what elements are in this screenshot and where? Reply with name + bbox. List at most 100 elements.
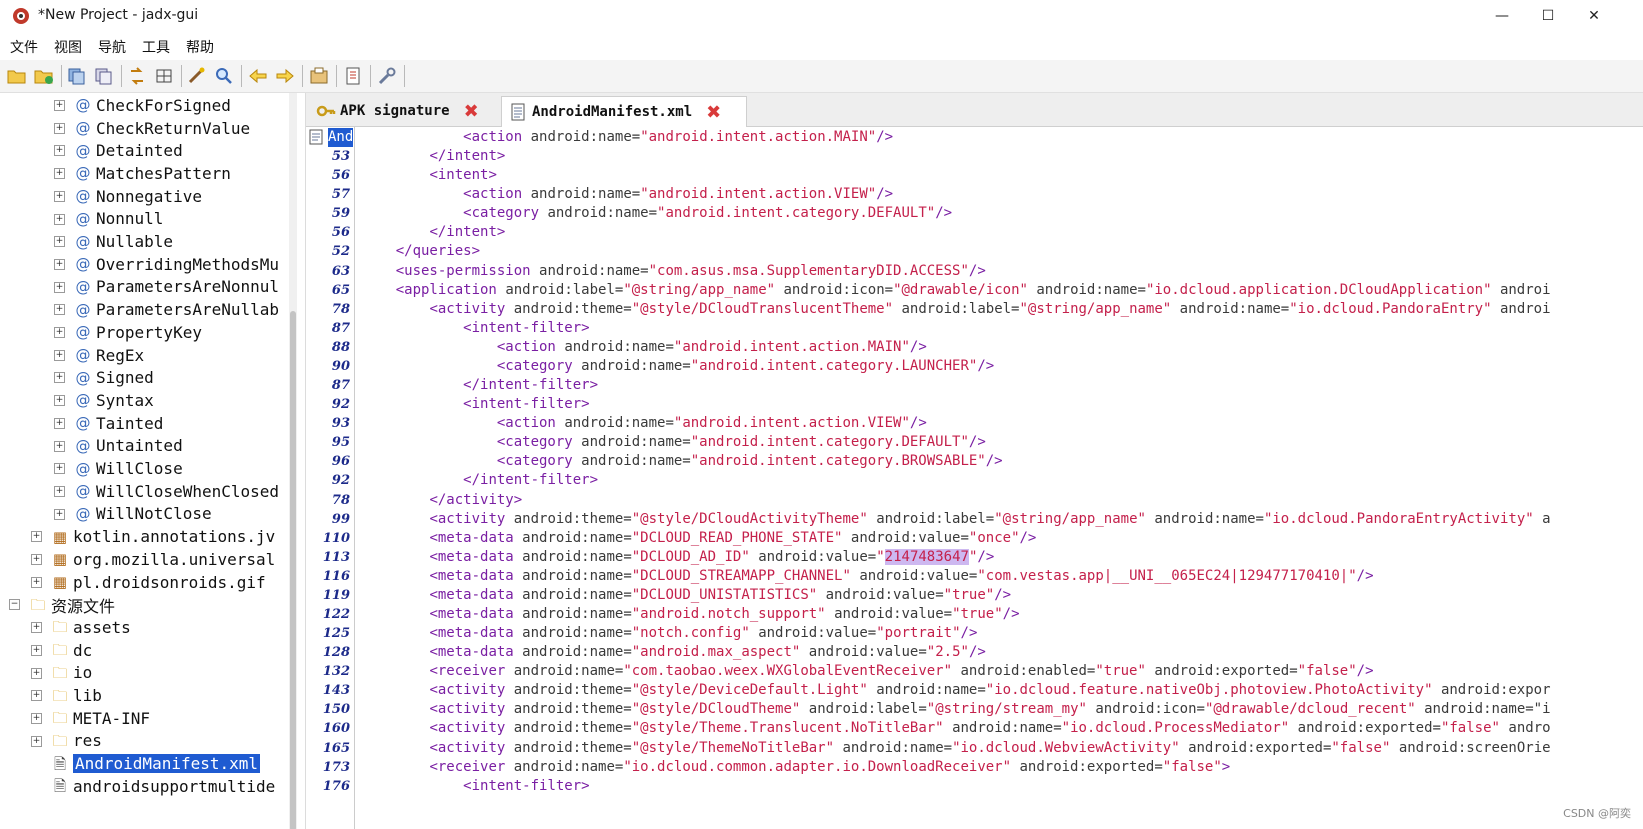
tree-expander[interactable]: + [54, 168, 65, 180]
code-line: <meta-data android:name="DCLOUD_STREAMAP… [362, 567, 1373, 586]
menu-view[interactable]: 视图 [54, 37, 82, 57]
tree-item[interactable]: ▦ org.mozilla.universal [51, 548, 275, 571]
settings-button[interactable] [376, 65, 398, 87]
tree-item[interactable]: 🗎 AndroidManifest.xml [51, 752, 261, 775]
tree-expander[interactable]: + [54, 485, 65, 497]
log-viewer-button[interactable] [308, 65, 330, 87]
tree-expander[interactable]: + [54, 372, 65, 384]
code-token: android:value= [859, 567, 978, 584]
code-token: "true" [943, 586, 995, 603]
tree-item[interactable]: @ Nonnull [74, 208, 164, 231]
tree-expander[interactable]: + [54, 258, 65, 270]
tree-item[interactable]: 🗎 androidsupportmultide [51, 775, 275, 798]
sync-tree-button[interactable] [126, 65, 148, 87]
tree-item[interactable]: ▦ kotlin.annotations.jv [51, 525, 275, 548]
tree-item[interactable]: @ ParametersAreNullab [74, 298, 280, 321]
code-editor[interactable]: 53 56 57 59 56 52 63 65 78 87 88 90 87 92 93 95 96 92 78 99… [306, 127, 1643, 829]
tree-item[interactable]: @ OverridingMethodsMu [74, 253, 280, 276]
tree-expander[interactable]: + [31, 622, 42, 634]
tree-item[interactable]: 🗀 io [51, 662, 92, 685]
add-files-button[interactable] [33, 65, 55, 87]
close-window-button[interactable]: ✕ [1571, 0, 1617, 32]
code-token: <action [496, 415, 556, 432]
menu-help[interactable]: 帮助 [186, 37, 214, 57]
tree-expander[interactable]: + [54, 122, 65, 134]
tree-item[interactable]: @ Syntax [74, 389, 154, 412]
tree-expander[interactable]: + [54, 281, 65, 293]
tree-expander[interactable]: + [31, 576, 42, 588]
tree-item[interactable]: 🗀 dc [51, 639, 92, 662]
tree-item[interactable]: @ Nullable [74, 230, 174, 253]
tree-item[interactable]: @ CheckForSigned [74, 94, 231, 117]
tree-expander[interactable]: + [31, 667, 42, 679]
forward-button[interactable] [274, 65, 296, 87]
close-tab-icon[interactable]: ✖ [706, 102, 721, 123]
tree-item[interactable]: @ RegEx [74, 344, 145, 367]
tree-expander[interactable]: + [54, 190, 65, 202]
tree-item[interactable]: @ WillClose [74, 457, 183, 480]
open-file-button[interactable] [6, 65, 28, 87]
decompile-all-button[interactable] [186, 65, 208, 87]
close-tab-icon[interactable]: ✖ [464, 101, 479, 122]
tree-item[interactable]: @ Nonnegative [74, 185, 202, 208]
tree-item[interactable]: ▦ pl.droidsonroids.gif [51, 571, 266, 594]
tree-item[interactable]: 🗀 META-INF [51, 707, 150, 730]
tree-expander[interactable]: + [54, 417, 65, 429]
tab-android-manifest[interactable]: AndroidManifest.xml ✖ [501, 96, 747, 127]
code-token: android:name= [513, 758, 624, 775]
tree-item-label: Tainted [96, 413, 164, 433]
tree-expander[interactable]: + [54, 145, 65, 157]
back-button[interactable] [247, 65, 269, 87]
code-token: /> [876, 129, 894, 145]
code-line: </intent> [362, 223, 505, 242]
tree-expander[interactable]: + [54, 100, 65, 111]
tree-item[interactable]: @ Detainted [74, 139, 183, 162]
menu-navigate[interactable]: 导航 [98, 37, 126, 57]
toolbar-separator [241, 65, 242, 87]
tree-expander[interactable]: + [31, 644, 42, 656]
tab-apk-signature[interactable]: APK signature ✖ [310, 96, 502, 126]
tree-expander[interactable]: + [31, 712, 42, 724]
tree-item[interactable]: @ PropertyKey [74, 321, 202, 344]
tree-expander[interactable]: + [31, 690, 42, 702]
minimize-button[interactable]: — [1479, 0, 1525, 32]
tree-expander[interactable]: + [54, 508, 65, 520]
tree-item[interactable]: @ Untainted [74, 435, 183, 458]
tree-item[interactable]: @ WillCloseWhenClosed [74, 480, 280, 503]
tree-expander[interactable]: + [54, 463, 65, 475]
menu-tools[interactable]: 工具 [142, 37, 170, 57]
tree-scrollbar-thumb[interactable] [290, 311, 296, 829]
tree-item[interactable]: @ Signed [74, 366, 154, 389]
tree-expander[interactable]: + [54, 213, 65, 225]
search-button[interactable] [213, 65, 235, 87]
save-all-button[interactable] [66, 65, 88, 87]
code-token: android:exported= [1297, 720, 1441, 737]
tree-item[interactable]: 🗀 assets [51, 616, 130, 639]
tree-expander[interactable]: + [54, 440, 65, 452]
tree-expander[interactable]: + [54, 304, 65, 316]
tree-expander[interactable]: + [31, 735, 42, 747]
tree-item[interactable]: 🗀 lib [51, 684, 101, 707]
tree-item[interactable]: 🗀 res [51, 730, 101, 753]
tree-expander[interactable]: + [54, 236, 65, 248]
flatten-packages-button[interactable] [153, 65, 175, 87]
tree-expander[interactable]: + [54, 349, 65, 361]
tree-expander[interactable]: + [31, 554, 42, 565]
tree-item[interactable]: @ ParametersAreNonnul [74, 276, 280, 299]
tree-item[interactable]: @ Tainted [74, 412, 164, 435]
tree-item[interactable]: @ WillNotClose [74, 503, 212, 526]
tree-expander[interactable]: + [54, 327, 65, 338]
tree-item[interactable]: @ CheckReturnValue [74, 117, 251, 140]
tree-expander[interactable]: + [54, 395, 65, 407]
maximize-button[interactable]: ☐ [1525, 0, 1571, 32]
menu-file[interactable]: 文件 [10, 37, 38, 57]
tree-expander[interactable]: − [9, 599, 20, 611]
tree-item[interactable]: @ MatchesPattern [74, 162, 231, 185]
tree-item[interactable]: 🗀 资源文件 [29, 593, 115, 616]
preferences-button[interactable] [342, 65, 364, 87]
export-button[interactable] [93, 65, 115, 87]
tree-expander[interactable]: + [31, 531, 42, 543]
